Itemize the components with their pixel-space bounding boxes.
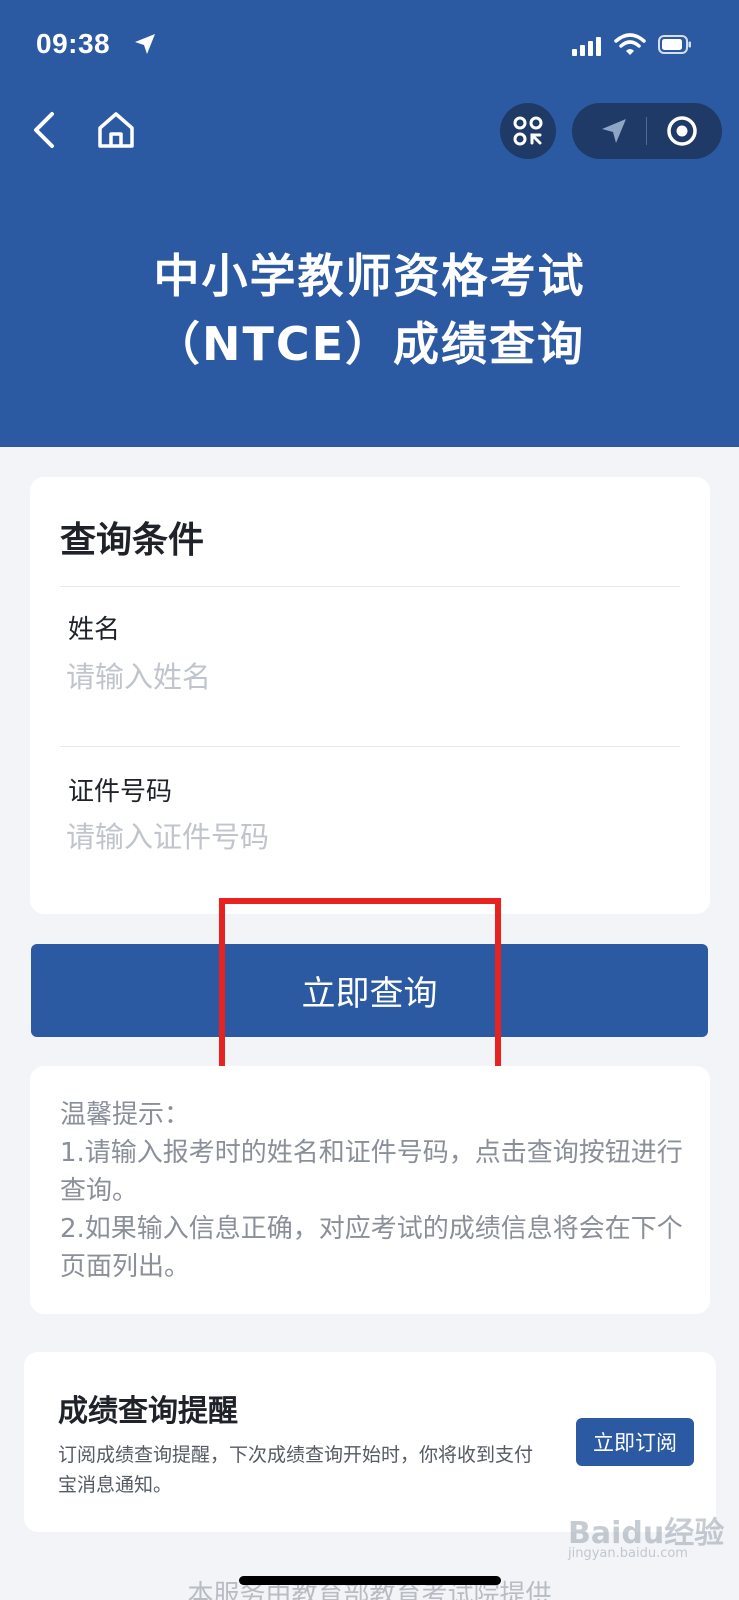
wifi-icon [614, 33, 646, 55]
status-time: 09:38 [36, 28, 111, 59]
page-title: 中小学教师资格考试 （NTCE）成绩查询 [0, 242, 739, 378]
record-circle-icon[interactable] [666, 115, 698, 147]
id-number-label: 证件号码 [68, 777, 173, 807]
red-highlight-annotation [219, 898, 501, 1077]
name-label: 姓名 [68, 615, 121, 645]
home-icon[interactable] [96, 108, 136, 152]
header-banner: 09:38 中小学教师资格考试 （NTCE）成绩查询 [0, 0, 739, 447]
capsule-divider [646, 117, 647, 145]
mini-program-capsule [572, 103, 722, 159]
tips-heading: 温馨提示： [60, 1100, 191, 1130]
subscribe-button[interactable]: 立即订阅 [576, 1418, 694, 1466]
tips-text: 温馨提示： 1.请输入报考时的姓名和证件号码，点击查询按钮进行查询。 2.如果输… [60, 1096, 690, 1286]
page-title-line2: （NTCE）成绩查询 [153, 317, 586, 371]
page-title-line1: 中小学教师资格考试 [153, 249, 586, 303]
tips-card: 温馨提示： 1.请输入报考时的姓名和证件号码，点击查询按钮进行查询。 2.如果输… [30, 1066, 710, 1314]
baidu-watermark: Baidu经验 jingyan.baidu.com [566, 1508, 736, 1564]
navigation-arrow-icon[interactable] [600, 117, 628, 145]
query-conditions-card: 查询条件 姓名 证件号码 [30, 477, 710, 914]
scan-icon [513, 116, 543, 146]
status-bar: 09:38 [0, 0, 739, 90]
tips-line-1: 1.请输入报考时的姓名和证件号码，点击查询按钮进行查询。 [60, 1138, 683, 1206]
tips-line-2: 2.如果输入信息正确，对应考试的成绩信息将会在下个页面列出。 [60, 1214, 683, 1282]
watermark-url: jingyan.baidu.com [568, 1546, 688, 1561]
divider [60, 586, 680, 587]
reminder-description: 订阅成绩查询提醒，下次成绩查询开始时，你将收到支付宝消息通知。 [58, 1444, 534, 1496]
back-chevron-icon[interactable] [28, 108, 68, 152]
score-reminder-card: 成绩查询提醒 订阅成绩查询提醒，下次成绩查询开始时，你将收到支付宝消息通知。 立… [24, 1352, 716, 1532]
id-number-input[interactable] [66, 815, 666, 859]
name-input[interactable] [66, 655, 666, 699]
query-card-title: 查询条件 [60, 520, 205, 561]
home-indicator [239, 1576, 501, 1585]
divider [60, 746, 680, 747]
reminder-title: 成绩查询提醒 [58, 1394, 238, 1429]
location-arrow-icon [135, 34, 155, 54]
battery-icon [658, 35, 691, 54]
scan-button[interactable] [500, 103, 556, 159]
cellular-signal-icon [572, 37, 601, 56]
